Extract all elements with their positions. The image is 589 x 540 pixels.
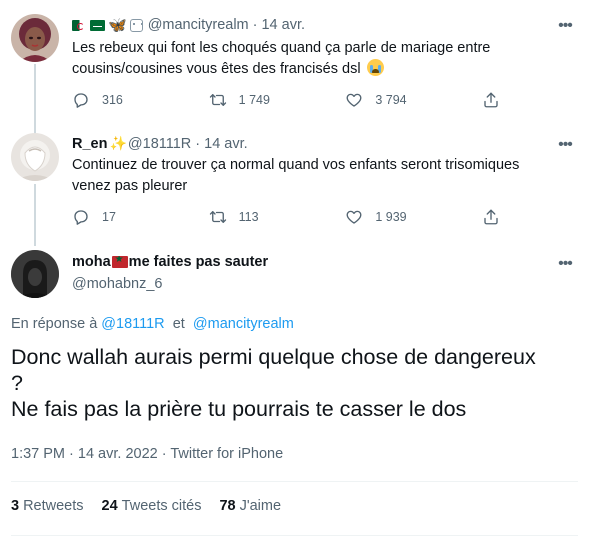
sparkles-icon: ✨ <box>109 135 127 151</box>
avatar-image <box>11 14 59 62</box>
heart-icon <box>346 210 362 224</box>
avatar-image <box>11 133 59 181</box>
heart-icon <box>346 93 362 107</box>
retweet-icon <box>209 211 226 223</box>
robot-icon <box>129 18 143 32</box>
reply-button[interactable]: 316 <box>72 91 182 109</box>
separator: · <box>252 17 258 33</box>
tweet-header: R_en ✨ @18111R · 14 avr. <box>72 135 549 152</box>
retweet-button[interactable]: 1 749 <box>209 91 319 109</box>
tweet-date[interactable]: 14 avr. <box>261 17 305 33</box>
share-icon <box>484 92 498 108</box>
reply-button[interactable]: 17 <box>72 208 182 226</box>
main-user-handle[interactable]: @mohabnz_6 <box>72 276 163 292</box>
main-tweet-text: Donc wallah aurais permi quelque chose d… <box>11 345 536 421</box>
avatar[interactable] <box>11 133 59 181</box>
tweet-header: 🦋 @mancityrealm · 14 avr. <box>72 16 549 34</box>
avatar[interactable] <box>11 250 59 298</box>
avatar-image <box>11 250 59 298</box>
share-button[interactable] <box>482 208 502 226</box>
morocco-flag-icon <box>111 256 128 268</box>
reply-count: 316 <box>102 93 123 107</box>
reply-icon <box>74 93 88 108</box>
retweet-icon <box>209 94 226 106</box>
like-button[interactable]: 3 794 <box>345 91 455 109</box>
tweet-text: Les rebeux qui font les choqués quand ça… <box>72 40 491 77</box>
tweet-actions: 17 113 1 939 <box>72 207 502 227</box>
reply-count: 17 <box>102 210 116 224</box>
retweet-button[interactable]: 113 <box>209 208 319 226</box>
quotes-stat[interactable]: 24 Tweets cités <box>102 498 202 514</box>
reply-context: En réponse à @18111R et @mancityrealm <box>11 316 294 332</box>
share-button[interactable] <box>482 91 502 109</box>
like-count: 1 939 <box>375 210 407 224</box>
tweet-date[interactable]: 14 avr. <box>204 136 248 152</box>
divider <box>11 535 578 536</box>
more-options-icon[interactable]: ••• <box>555 254 575 274</box>
retweet-count: 1 749 <box>238 93 270 107</box>
retweet-count: 113 <box>238 210 259 224</box>
algeria-flag-icon <box>72 19 87 31</box>
separator: · <box>195 135 201 152</box>
likes-stat[interactable]: 78 J'aime <box>219 498 281 514</box>
user-handle[interactable]: @mancityrealm <box>148 17 249 33</box>
tweet-actions: 316 1 749 3 794 <box>72 90 502 110</box>
share-icon <box>484 209 498 225</box>
avatar[interactable] <box>11 14 59 62</box>
divider <box>11 481 578 482</box>
tweet-text: Continuez de trouver ça normal quand vos… <box>72 157 520 194</box>
reply-icon <box>74 210 88 225</box>
butterfly-icon: 🦋 <box>108 17 127 34</box>
thread-line <box>34 64 36 134</box>
main-user-name[interactable]: moha me faites pas sauter <box>72 254 268 270</box>
more-options-icon[interactable]: ••• <box>555 135 575 155</box>
mention-link[interactable]: @mancityrealm <box>193 316 294 332</box>
tweet-metadata[interactable]: 1:37 PM · 14 avr. 2022 · Twitter for iPh… <box>11 446 283 462</box>
like-button[interactable]: 1 939 <box>345 208 455 226</box>
saudi-flag-icon <box>90 19 105 31</box>
user-handle[interactable]: @18111R <box>128 136 191 152</box>
user-name[interactable]: R_en <box>72 136 107 152</box>
mention-link[interactable]: @18111R <box>101 316 164 332</box>
thread-line <box>34 184 36 246</box>
retweets-stat[interactable]: 3 Retweets <box>11 498 84 514</box>
tweet-stats: 3 Retweets 24 Tweets cités 78 J'aime <box>11 498 299 514</box>
crying-face-icon <box>366 59 384 76</box>
more-options-icon[interactable]: ••• <box>555 16 575 36</box>
like-count: 3 794 <box>375 93 407 107</box>
